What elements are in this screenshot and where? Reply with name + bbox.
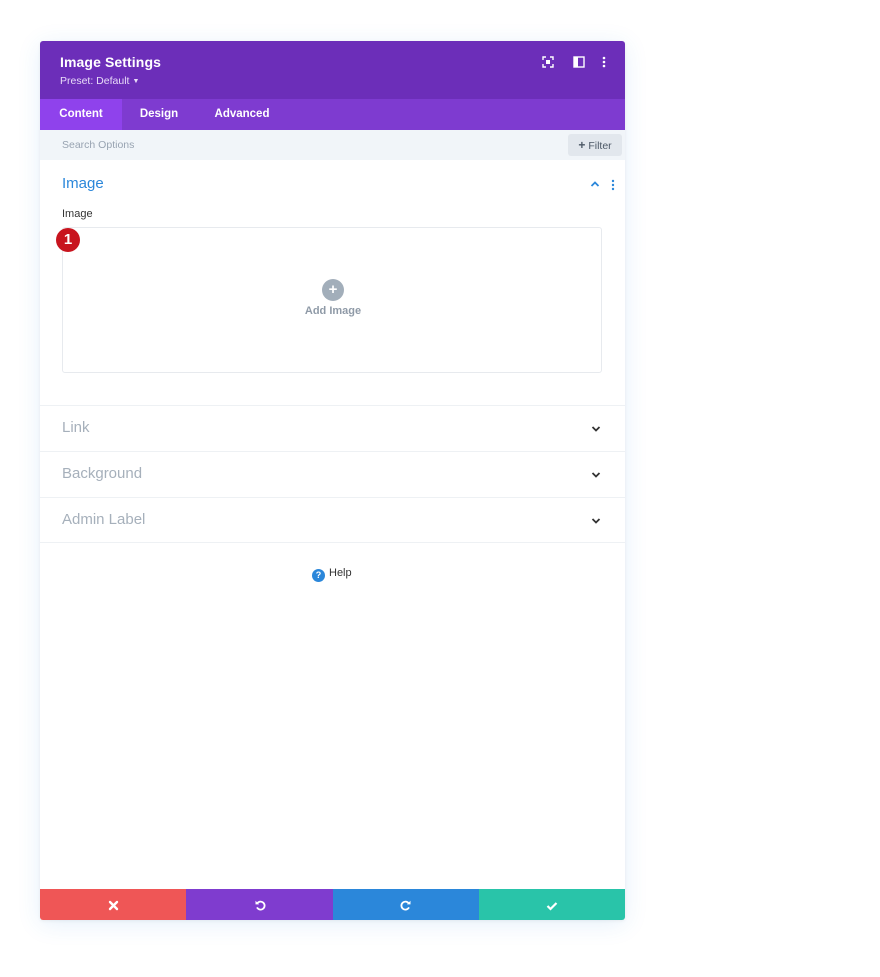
plus-icon: + — [578, 138, 586, 152]
search-bar: Search Options + Filter — [40, 130, 625, 160]
add-image-label[interactable]: Add Image — [63, 305, 603, 317]
cancel-button[interactable] — [40, 889, 186, 920]
tab-advanced[interactable]: Advanced — [196, 99, 288, 130]
section-label: Background — [62, 465, 143, 482]
image-field-label: Image — [62, 208, 93, 220]
help-label: Help — [329, 567, 352, 579]
caret-down-icon: ▼ — [132, 78, 140, 85]
tab-content[interactable]: Content — [40, 99, 122, 130]
section-link[interactable]: Link — [40, 405, 625, 451]
fullscreen-icon[interactable] — [541, 55, 555, 69]
undo-button[interactable] — [186, 889, 333, 920]
filter-button[interactable]: + Filter — [568, 134, 622, 156]
search-input[interactable]: Search Options — [62, 139, 134, 151]
check-icon — [546, 902, 558, 911]
section-options-icon[interactable] — [611, 179, 615, 191]
chevron-down-icon[interactable] — [591, 425, 601, 433]
chevron-up-icon[interactable] — [590, 180, 600, 188]
settings-modal: Image Settings Preset: Default ▼ Content … — [40, 41, 625, 920]
add-image-icon[interactable]: + — [322, 279, 344, 301]
redo-icon — [400, 900, 411, 911]
chevron-down-icon[interactable] — [591, 471, 601, 479]
undo-icon — [255, 900, 265, 911]
close-icon — [108, 900, 118, 911]
help-link[interactable]: ? Help — [312, 567, 352, 583]
help-icon: ? — [312, 569, 325, 582]
step-marker-badge: 1 — [56, 228, 80, 252]
split-view-icon[interactable] — [572, 55, 586, 69]
filter-label: Filter — [588, 140, 612, 152]
preset-label: Preset: Default — [60, 75, 130, 87]
tab-design[interactable]: Design — [122, 99, 196, 130]
section-title-image[interactable]: Image — [62, 175, 104, 192]
section-admin-label[interactable]: Admin Label — [40, 497, 625, 543]
action-footer — [40, 889, 625, 920]
tab-bar: Content Design Advanced — [40, 99, 625, 130]
section-background[interactable]: Background — [40, 451, 625, 497]
section-label: Link — [62, 419, 90, 436]
chevron-down-icon[interactable] — [591, 517, 601, 525]
preset-selector[interactable]: Preset: Default ▼ — [60, 75, 139, 87]
image-upload-area[interactable]: + Add Image — [62, 227, 602, 373]
modal-header[interactable]: Image Settings Preset: Default ▼ — [40, 41, 625, 99]
modal-title: Image Settings — [60, 54, 161, 70]
section-label: Admin Label — [62, 511, 146, 528]
save-button[interactable] — [479, 889, 625, 920]
more-options-icon[interactable] — [597, 55, 611, 69]
redo-button[interactable] — [333, 889, 479, 920]
